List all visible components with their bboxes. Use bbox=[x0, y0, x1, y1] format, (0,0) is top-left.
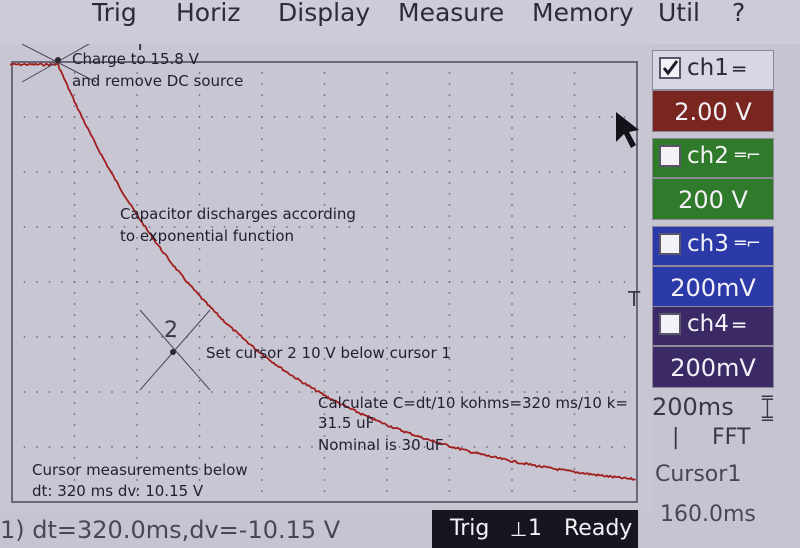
annotation-charge-1: Charge to 15.8 V bbox=[72, 50, 200, 68]
ch2-checkbox[interactable] bbox=[659, 145, 681, 167]
ch4-checkbox[interactable] bbox=[659, 313, 681, 335]
fft-label[interactable]: FFT bbox=[712, 425, 750, 450]
ch3-checkbox[interactable] bbox=[659, 233, 681, 255]
ch3-header[interactable]: ch3 ═⌐ bbox=[652, 226, 774, 266]
timebase-value[interactable]: 200ms bbox=[652, 393, 734, 421]
annotation-calc-2: 31.5 uF bbox=[318, 414, 374, 432]
ac-coupling-icon: ═⌐ bbox=[735, 233, 761, 254]
trig-edge-icon: ⊥ bbox=[510, 517, 528, 541]
ch2-scale[interactable]: 200 V bbox=[652, 178, 774, 220]
ch2-label: ch2 bbox=[687, 143, 729, 169]
waveform-display[interactable]: 1 2 T T Charge to 15.8 V and remove DC s… bbox=[0, 44, 652, 512]
menu-bar: Trig Horiz Display Measure Memory Util ? bbox=[0, 0, 800, 44]
menu-display[interactable]: Display bbox=[278, 0, 370, 27]
menu-help[interactable]: ? bbox=[732, 0, 745, 27]
fft-marker-icon: | bbox=[672, 425, 680, 450]
ch4-label: ch4 bbox=[687, 311, 729, 337]
ch1-checkbox[interactable] bbox=[659, 57, 681, 79]
annotation-cursor2: Set cursor 2 10 V below cursor 1 bbox=[206, 344, 451, 362]
ch1-header[interactable]: ch1 ═ bbox=[652, 50, 774, 90]
ch3-label: ch3 bbox=[687, 231, 729, 257]
ch2-header[interactable]: ch2 ═⌐ bbox=[652, 138, 774, 178]
cursor-1-label: 1 bbox=[55, 44, 69, 48]
cursor-readout: 1) dt=320.0ms,dv=-10.15 V bbox=[0, 516, 341, 544]
ch3-scale[interactable]: 200mV bbox=[652, 266, 774, 308]
annotation-discharge-2: to exponential function bbox=[120, 227, 294, 245]
cursor-2-label: 2 bbox=[164, 318, 178, 343]
cursor-value: 160.0ms bbox=[660, 502, 756, 527]
ch4-header[interactable]: ch4 ═ bbox=[652, 306, 774, 346]
annotation-meas-1: Cursor measurements below bbox=[32, 461, 248, 479]
trig-state: Ready bbox=[564, 516, 633, 541]
ch4-scale[interactable]: 200mV bbox=[652, 346, 774, 388]
ch1-scale[interactable]: 2.00 V bbox=[652, 90, 774, 132]
dc-coupling-icon: ═ bbox=[733, 57, 746, 81]
trigger-level-marker: T bbox=[627, 287, 641, 311]
ac-coupling-icon: ═⌐ bbox=[735, 145, 761, 166]
timebase-adjust-icon[interactable]: ╤ ╧ bbox=[762, 388, 773, 430]
cursor-select[interactable]: Cursor1 bbox=[655, 462, 741, 487]
trigger-status-bar: Trig ⊥ 1 Ready bbox=[432, 510, 638, 548]
menu-trig[interactable]: Trig bbox=[92, 0, 137, 27]
waveform-canvas: 1 2 T T Charge to 15.8 V and remove DC s… bbox=[0, 44, 652, 512]
trig-source: 1 bbox=[528, 516, 542, 541]
trig-label[interactable]: Trig bbox=[450, 510, 489, 548]
menu-memory[interactable]: Memory bbox=[532, 0, 634, 27]
menu-horiz[interactable]: Horiz bbox=[176, 0, 240, 27]
dc-coupling-icon: ═ bbox=[733, 313, 746, 337]
annotation-meas-2: dt: 320 ms dv: 10.15 V bbox=[32, 482, 204, 500]
menu-util[interactable]: Util bbox=[658, 0, 700, 27]
annotation-charge-2: and remove DC source bbox=[72, 72, 243, 90]
ch1-label: ch1 bbox=[687, 55, 729, 81]
annotation-nominal: Nominal is 30 uF bbox=[318, 436, 444, 454]
checkmark-icon bbox=[662, 60, 679, 76]
annotation-discharge-1: Capacitor discharges according bbox=[120, 205, 356, 223]
annotation-calc-1: Calculate C=dt/10 kohms=320 ms/10 k= bbox=[318, 394, 628, 412]
menu-measure[interactable]: Measure bbox=[398, 0, 504, 27]
